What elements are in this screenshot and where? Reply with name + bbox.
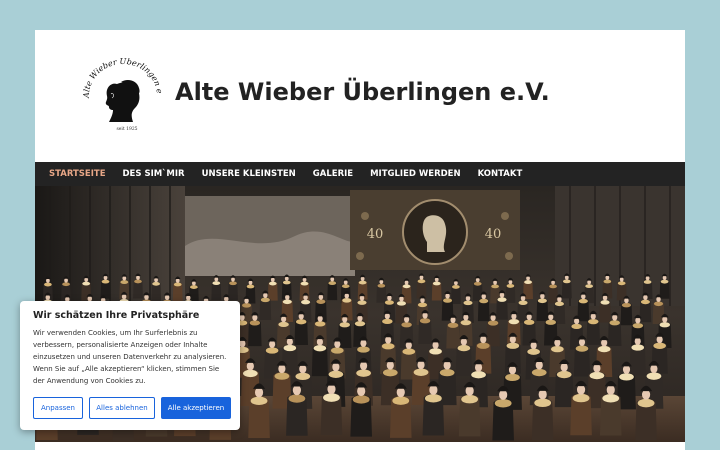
cookie-consent-dialog: Wir schätzen Ihre Privatsphäre Wir verwe… — [20, 301, 240, 430]
nav-item-galerie[interactable]: GALERIE — [313, 169, 353, 179]
banner-number-right: 40 — [485, 227, 502, 242]
nav-item-startseite[interactable]: STARTSEITE — [49, 169, 106, 179]
reject-all-button[interactable]: Alles ablehnen — [89, 397, 155, 419]
banner-number-left: 40 — [367, 227, 384, 242]
logo-small-text: seit 1925 — [116, 126, 137, 132]
site-header: Alte Wieber Überlingen e.V. seit 1925 Al… — [35, 30, 685, 162]
site-title[interactable]: Alte Wieber Überlingen e.V. — [175, 78, 550, 106]
site-logo[interactable]: Alte Wieber Überlingen e.V. seit 1925 — [79, 51, 165, 134]
logo-image: Alte Wieber Überlingen e.V. seit 1925 — [79, 51, 164, 132]
nav-item-des-simmir[interactable]: DES SIM`MIR — [123, 169, 185, 179]
nav-item-mitglied-werden[interactable]: MITGLIED WERDEN — [370, 169, 461, 179]
customize-button[interactable]: Anpassen — [33, 397, 83, 419]
cookie-buttons: Anpassen Alles ablehnen Alle akzeptieren — [33, 397, 231, 419]
nav-item-unsere-kleinsten[interactable]: UNSERE KLEINSTEN — [202, 169, 296, 179]
accept-all-button[interactable]: Alle akzeptieren — [161, 397, 231, 419]
cookie-description: Wir verwenden Cookies, um Ihr Surferlebn… — [33, 329, 227, 385]
main-navigation: STARTSEITE DES SIM`MIR UNSERE KLEINSTEN … — [35, 162, 685, 186]
nav-item-kontakt[interactable]: KONTAKT — [478, 169, 523, 179]
cookie-title: Wir schätzen Ihre Privatsphäre — [33, 310, 200, 321]
